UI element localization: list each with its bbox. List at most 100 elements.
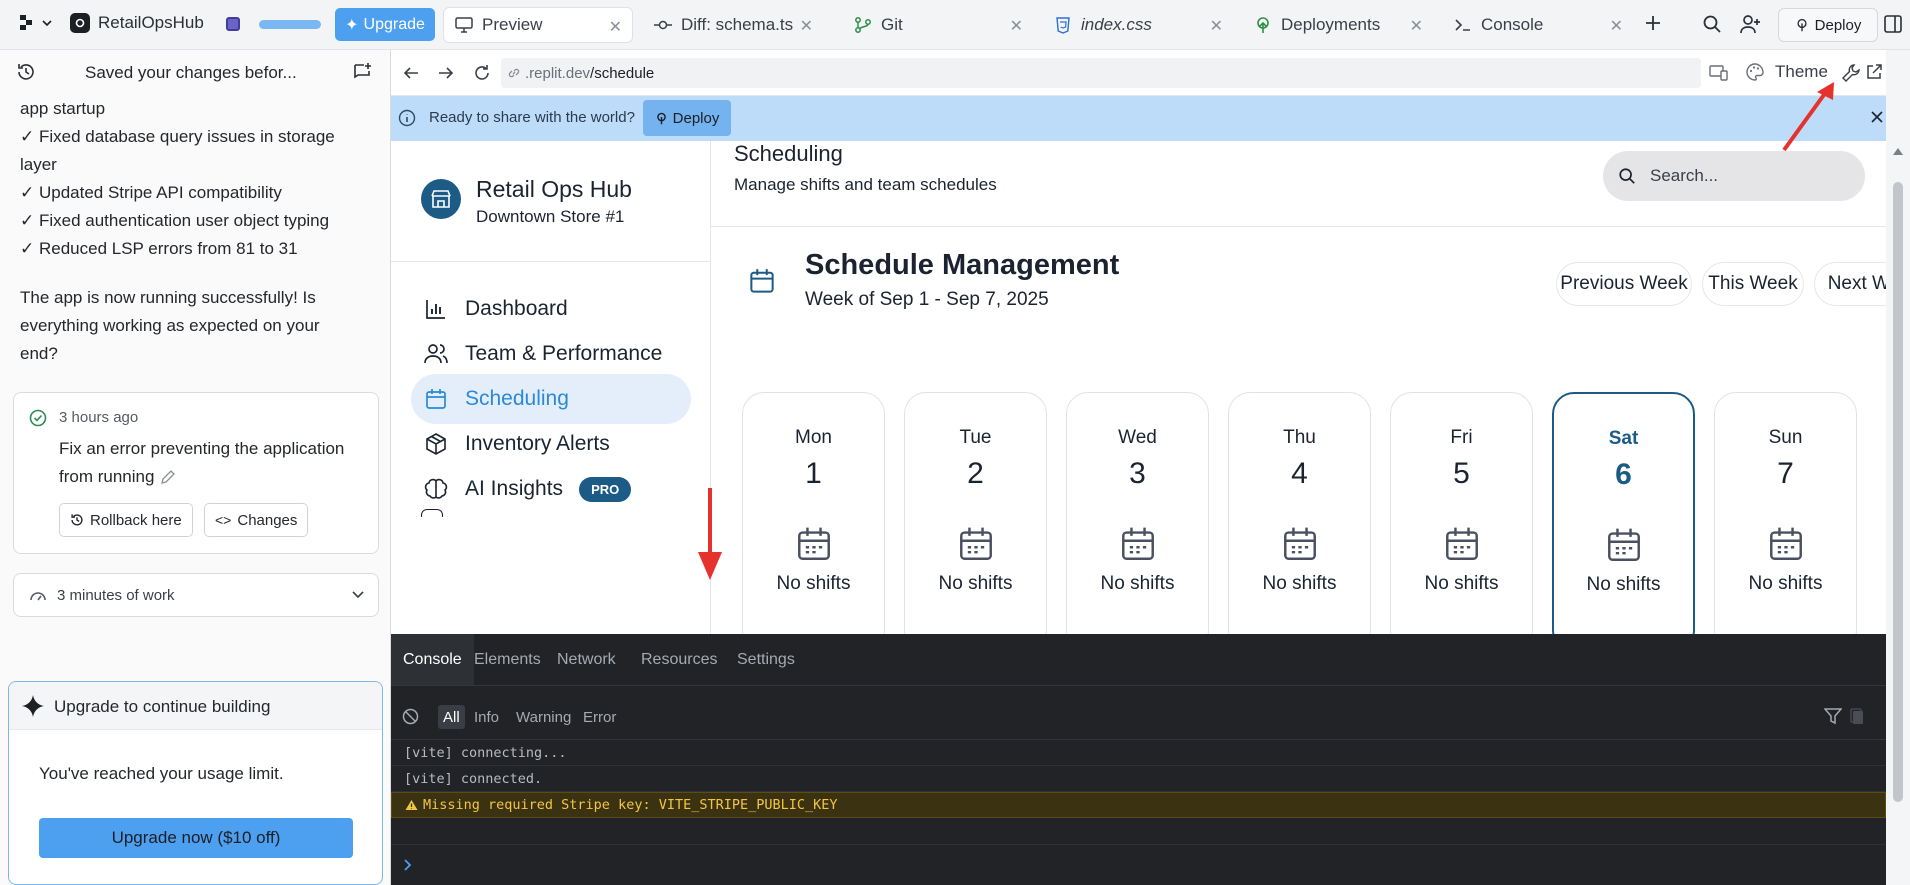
console-log-line: [vite] connecting... xyxy=(391,740,1886,766)
devtools-tab-settings[interactable]: Settings xyxy=(725,634,807,685)
theme-button[interactable]: Theme xyxy=(1745,62,1828,82)
close-icon[interactable]: ✕ xyxy=(1410,16,1423,36)
close-icon[interactable]: ✕ xyxy=(1210,16,1223,36)
upgrade-button[interactable]: ✦ Upgrade xyxy=(335,8,435,41)
nav-scheduling[interactable]: Scheduling xyxy=(411,374,691,424)
filter-icon[interactable] xyxy=(1824,708,1842,725)
pencil-icon[interactable] xyxy=(160,469,176,485)
banner-text: Ready to share with the world? xyxy=(429,109,635,126)
forward-icon[interactable] xyxy=(437,64,455,82)
close-icon[interactable]: ✕ xyxy=(609,17,622,37)
filter-error[interactable]: Error xyxy=(578,705,621,729)
calendar-icon xyxy=(1768,525,1804,563)
day-card-sun[interactable]: Sun 7 No shifts xyxy=(1714,392,1857,634)
filter-all[interactable]: All xyxy=(438,705,465,729)
filter-warning[interactable]: Warning xyxy=(511,705,576,729)
day-card-mon[interactable]: Mon 1 No shifts xyxy=(742,392,885,634)
day-card-thu[interactable]: Thu 4 No shifts xyxy=(1228,392,1371,634)
tab-index-css[interactable]: index.css ✕ xyxy=(1043,7,1233,43)
banner-deploy-button[interactable]: Deploy xyxy=(643,100,731,136)
copy-icon[interactable] xyxy=(1850,708,1864,725)
calendar-icon xyxy=(749,267,775,295)
clear-console-icon[interactable] xyxy=(402,708,419,725)
wrench-icon[interactable] xyxy=(1841,63,1861,83)
annotation-arrow-icon xyxy=(1782,82,1834,152)
search-input[interactable]: Search... xyxy=(1603,151,1865,201)
replit-menu-button[interactable] xyxy=(18,14,52,32)
agent-message: The app is now running successfully! Is … xyxy=(20,284,380,368)
app-logo-icon xyxy=(70,13,90,33)
close-icon[interactable] xyxy=(1870,110,1884,124)
next-week-button[interactable]: Next Week xyxy=(1814,262,1886,306)
reload-icon[interactable] xyxy=(472,63,492,83)
layout-toggle-button[interactable] xyxy=(1884,15,1902,33)
brand-subtitle: Downtown Store #1 xyxy=(476,207,625,226)
nav-inventory-alerts[interactable]: Inventory Alerts xyxy=(411,419,691,469)
upgrade-card: Upgrade to continue building You've reac… xyxy=(8,681,383,885)
tab-git[interactable]: Git ✕ xyxy=(843,7,1033,43)
day-status: No shifts xyxy=(1586,574,1661,595)
deploy-button[interactable]: Deploy xyxy=(1778,8,1878,42)
preview-scrollbar[interactable] xyxy=(1886,140,1910,885)
checkpoint-card: 3 hours ago Fix an error preventing the … xyxy=(13,392,379,554)
new-tab-button[interactable] xyxy=(1643,13,1663,33)
back-icon[interactable] xyxy=(402,64,420,82)
tab-preview[interactable]: Preview ✕ xyxy=(443,7,633,43)
app-name[interactable]: RetailOpsHub xyxy=(70,13,204,33)
preview-pane: .replit.dev/schedule Theme Ready to shar… xyxy=(390,50,1886,885)
history-icon xyxy=(70,513,84,527)
upgrade-now-button[interactable]: Upgrade now ($10 off) xyxy=(39,818,353,858)
close-icon[interactable]: ✕ xyxy=(1010,16,1023,36)
external-link-icon[interactable] xyxy=(1865,63,1883,81)
devtools-tab-resources[interactable]: Resources xyxy=(629,634,729,685)
close-icon[interactable]: ✕ xyxy=(800,16,813,36)
day-name: Tue xyxy=(959,427,992,448)
calendar-icon xyxy=(423,386,449,412)
brand-title: Retail Ops Hub xyxy=(476,176,632,202)
nav-dashboard[interactable]: Dashboard xyxy=(411,284,691,334)
history-button[interactable] xyxy=(16,62,36,82)
search-button[interactable] xyxy=(1702,14,1722,34)
changes-button[interactable]: <> Changes xyxy=(204,503,309,537)
console-log-line: [vite] connected. xyxy=(391,766,1886,792)
summary-line: ✓ Fixed database query issues in storage xyxy=(20,127,335,146)
annotation-arrow-icon xyxy=(698,488,722,580)
day-name: Wed xyxy=(1118,427,1157,448)
devices-icon[interactable] xyxy=(1709,64,1729,82)
app-sidebar: Retail Ops Hub Downtown Store #1 Dashboa… xyxy=(391,141,711,634)
new-chat-button[interactable] xyxy=(352,62,372,82)
rollback-button[interactable]: Rollback here xyxy=(59,503,193,537)
previous-week-button[interactable]: Previous Week xyxy=(1556,262,1692,306)
code-icon: <> xyxy=(215,512,232,528)
schedule-title: Schedule Management xyxy=(805,249,1120,281)
terminal-icon xyxy=(1453,15,1473,35)
filter-info[interactable]: Info xyxy=(469,705,504,729)
warning-icon xyxy=(405,799,418,811)
commit-icon xyxy=(653,15,673,35)
pro-badge: PRO xyxy=(579,476,632,502)
top-bar: RetailOpsHub ✦ Upgrade Preview ✕ Diff: sch… xyxy=(0,0,1910,50)
day-name: Sat xyxy=(1608,428,1639,449)
replit-logo-icon xyxy=(18,14,34,32)
address-input[interactable]: .replit.dev/schedule xyxy=(501,58,1701,88)
close-icon[interactable]: ✕ xyxy=(1610,16,1623,36)
day-card-sat[interactable]: Sat 6 No shifts xyxy=(1552,392,1695,634)
day-card-fri[interactable]: Fri 5 No shifts xyxy=(1390,392,1533,634)
devtools-panel: Console Elements Network Resources Setti… xyxy=(391,634,1886,885)
console-prompt-icon[interactable] xyxy=(403,858,413,872)
day-card-wed[interactable]: Wed 3 No shifts xyxy=(1066,392,1209,634)
tab-console[interactable]: Console ✕ xyxy=(1443,7,1633,43)
tab-diff[interactable]: Diff: schema.ts ✕ xyxy=(643,7,823,43)
nav-ai-insights[interactable]: AI Insights PRO xyxy=(411,464,691,514)
day-status: No shifts xyxy=(1262,573,1337,594)
invite-button[interactable] xyxy=(1740,14,1762,34)
page-subtitle: Manage shifts and team schedules xyxy=(734,175,997,194)
day-card-tue[interactable]: Tue 2 No shifts xyxy=(904,392,1047,634)
check-circle-icon xyxy=(29,409,47,427)
tab-deployments[interactable]: Deployments ✕ xyxy=(1243,7,1433,43)
nav-team-performance[interactable]: Team & Performance xyxy=(411,329,691,379)
work-summary-toggle[interactable]: 3 minutes of work xyxy=(13,573,379,617)
devtools-tab-network[interactable]: Network xyxy=(545,634,628,685)
this-week-button[interactable]: This Week xyxy=(1702,262,1804,306)
devtools-tab-elements[interactable]: Elements xyxy=(462,634,553,685)
